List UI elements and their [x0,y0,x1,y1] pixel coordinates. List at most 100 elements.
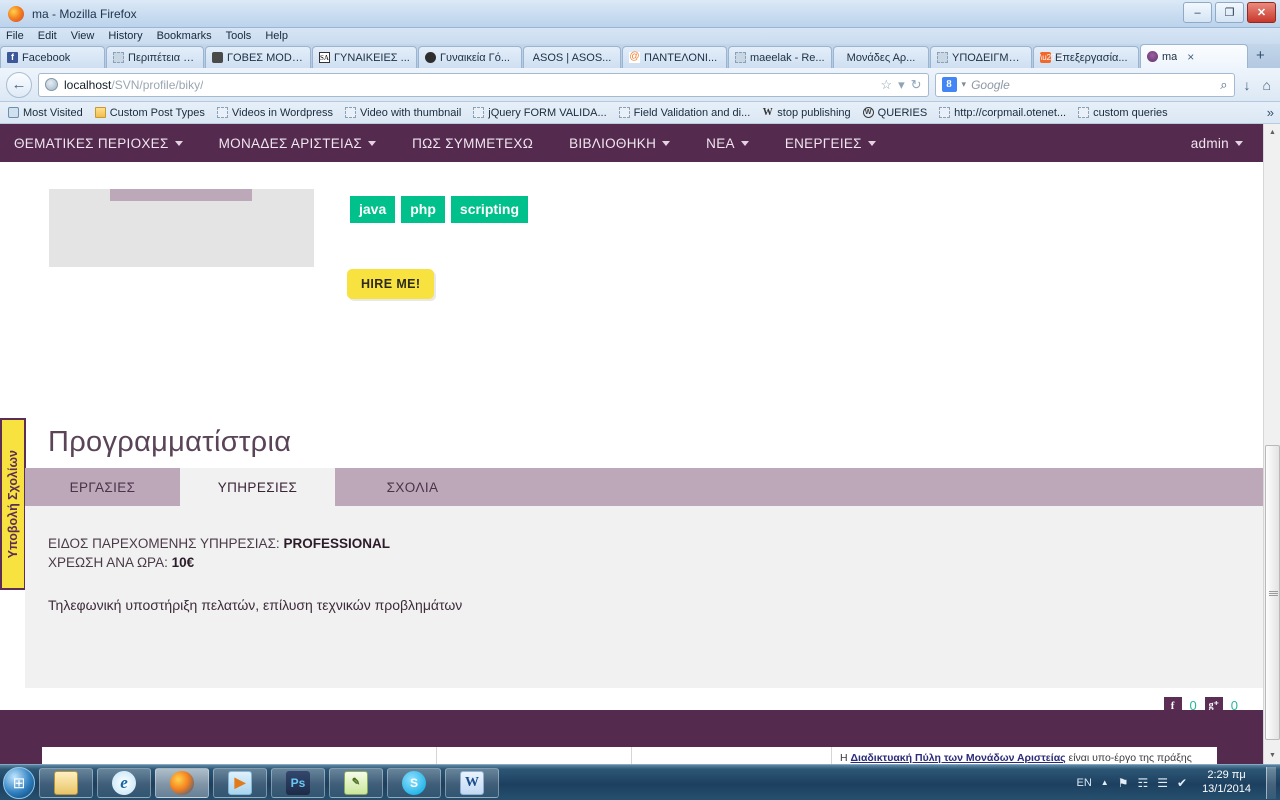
browser-tab[interactable]: @ ΠΑΝΤΕΛΟΝΙ... [622,46,727,68]
network-icon[interactable]: ☰ [1157,776,1168,790]
browser-tab[interactable]: \u2709 Επεξεργασία... [1033,46,1139,68]
page-scrollbar[interactable]: ▲ ▼ [1263,124,1280,764]
chevron-down-icon[interactable]: ▾ [898,77,905,93]
nav-item-thematic-areas[interactable]: ΘΕΜΑΤΙΚΕΣ ΠΕΡΙΟΧΕΣ [0,136,201,151]
bookmark-item[interactable]: custom queries [1074,104,1172,122]
search-bar[interactable]: 8 ▾ Google ⌕ [934,72,1235,97]
browser-tab[interactable]: ASOS | ASOS... [523,46,621,68]
browser-tab[interactable]: Περιπέτεια | ... [106,46,204,68]
avatar-banner [110,189,252,201]
skill-tag[interactable]: java [350,196,396,223]
browser-window: ma - Mozilla Firefox – ❐ ✕ File Edit Vie… [0,0,1280,800]
url-bar[interactable]: localhost/SVN/profile/biky/ ☆ ▾ ↻ [38,72,929,97]
menu-view[interactable]: View [71,30,95,42]
submit-comment-side-tab[interactable]: Υποβολή Σχολίων [0,418,26,590]
bookmark-item[interactable]: Custom Post Types [91,104,209,122]
tray-expand-icon[interactable]: ▲ [1101,778,1109,787]
taskbar-item-firefox[interactable] [155,767,209,798]
taskbar-item-notepad-plus[interactable]: ✎ [329,767,383,798]
browser-tab[interactable]: SA ΓΥΝΑΙΚΕΙΕΣ ... [312,46,417,68]
nav-label: ΘΕΜΑΤΙΚΕΣ ΠΕΡΙΟΧΕΣ [14,135,169,151]
browser-tab-strip: f Facebook Περιπέτεια | ... ΓΟΒΕΣ MOD:..… [0,44,1280,68]
menu-edit[interactable]: Edit [38,30,57,42]
home-icon[interactable]: ⌂ [1260,77,1274,93]
bookmark-item[interactable]: Videos in Wordpress [213,104,337,122]
bookmark-item[interactable]: Most Visited [4,104,87,122]
tab-ergasies[interactable]: ΕΡΓΑΣΙΕΣ [25,468,180,506]
downloads-icon[interactable]: ↓ [1241,77,1254,93]
google-icon[interactable]: 8 [941,77,957,92]
taskbar-item-file-explorer[interactable] [39,767,93,798]
maximize-button[interactable]: ❐ [1215,2,1244,23]
taskbar-item-skype[interactable]: S [387,767,441,798]
chevron-down-icon [740,140,749,146]
bookmarks-overflow-button[interactable]: » [1267,105,1280,120]
scroll-up-arrow-icon[interactable]: ▲ [1264,124,1280,141]
menu-file[interactable]: File [6,30,24,42]
browser-tab[interactable]: ΥΠΟΔΕΙΓΜΑ... [930,46,1032,68]
menu-bookmarks[interactable]: Bookmarks [157,30,212,42]
search-input[interactable]: Google [971,78,1215,92]
bookmark-item[interactable]: Video with thumbnail [341,104,465,122]
dropbox-icon[interactable]: ✔ [1177,776,1187,790]
browser-tab[interactable]: f Facebook [0,46,105,68]
blank-icon [937,52,948,63]
search-icon[interactable]: ⌕ [1220,77,1227,93]
nav-item-excellence-units[interactable]: ΜΟΝΑΔΕΣ ΑΡΙΣΤΕΙΑΣ [201,136,394,151]
minimize-button[interactable]: – [1183,2,1212,23]
tab-label: ma [1162,50,1178,63]
back-button[interactable]: ← [6,71,32,98]
system-tray: EN ▲ ⚑ ☶ ☰ ✔ 2:29 πμ 13/1/2014 [1077,766,1280,799]
browser-tab-active[interactable]: ma × [1140,44,1248,68]
action-center-icon[interactable]: ☶ [1137,776,1148,790]
bookmark-item[interactable]: Wstop publishing [758,104,854,122]
taskbar-item-photoshop[interactable]: Ps [271,767,325,798]
taskbar-item-internet-explorer[interactable]: e [97,767,151,798]
bookmark-item[interactable]: W QUERIES [859,104,932,122]
scroll-down-arrow-icon[interactable]: ▼ [1264,747,1280,764]
nav-label: ΠΩΣ ΣΥΜΜΕΤΕΧΩ [412,135,534,151]
bookmark-item[interactable]: Field Validation and di... [615,104,755,122]
admin-menu[interactable]: admin [1173,136,1263,151]
browser-tab[interactable]: ΓΟΒΕΣ MOD:... [205,46,311,68]
tab-sxolia[interactable]: ΣΧΟΛΙΑ [335,468,490,506]
tab-ypiresies[interactable]: ΥΠΗΡΕΣΙΕΣ [180,468,335,506]
browser-tab[interactable]: Γυναικεία Γό... [418,46,522,68]
nav-item-how-to-participate[interactable]: ΠΩΣ ΣΥΜΜΕΤΕΧΩ [394,136,551,151]
menu-help[interactable]: Help [265,30,288,42]
folder-icon [94,107,106,118]
bookmark-item[interactable]: http://corpmail.otenet... [935,104,1070,122]
bookmark-star-icon[interactable]: ☆ [880,77,892,93]
chevron-down-icon[interactable]: ▾ [962,79,967,90]
skill-tag[interactable]: scripting [450,196,529,223]
hire-me-button[interactable]: HIRE ME! [347,269,435,299]
language-indicator[interactable]: EN [1077,777,1092,789]
browser-tab[interactable]: maeelak - Re... [728,46,832,68]
bookmark-item[interactable]: jQuery FORM VALIDA... [469,104,610,122]
reload-icon[interactable]: ↻ [911,77,922,93]
blank-icon [473,107,485,118]
menu-history[interactable]: History [108,30,142,42]
menu-tools[interactable]: Tools [226,30,252,42]
taskbar-item-media-player[interactable]: ▶ [213,767,267,798]
windows-taskbar: ⊞ e ▶ Ps ✎ S W EN ▲ ⚑ ☶ ☰ ✔ 2:29 πμ 13/1… [0,764,1280,800]
footer-link-portal[interactable]: Διαδικτυακή Πύλη των Μονάδων Αριστείας [851,752,1066,764]
skill-tag[interactable]: php [401,196,445,223]
new-tab-button[interactable]: + [1249,46,1272,68]
flag-icon[interactable]: ⚑ [1118,776,1129,790]
show-desktop-button[interactable] [1266,766,1276,799]
nav-item-actions[interactable]: ΕΝΕΡΓΕΙΕΣ [767,136,894,151]
nav-item-library[interactable]: ΒΙΒΛΙΟΘΗΚΗ [551,136,688,151]
nav-item-news[interactable]: ΝΕΑ [688,136,767,151]
taskbar-item-word[interactable]: W [445,767,499,798]
close-tab-icon[interactable]: × [1187,50,1194,64]
nav-label: ΜΟΝΑΔΕΣ ΑΡΙΣΤΕΙΑΣ [218,135,363,151]
close-button[interactable]: ✕ [1247,2,1276,23]
browser-tab[interactable]: Μονάδες Αρ... [833,46,929,68]
tab-label: Γυναικεία Γό... [440,51,510,64]
clock[interactable]: 2:29 πμ 13/1/2014 [1196,769,1257,797]
bookmark-label: Custom Post Types [109,106,205,119]
admin-label: admin [1190,135,1229,151]
scrollbar-thumb[interactable] [1265,445,1280,740]
start-button[interactable]: ⊞ [3,766,35,799]
